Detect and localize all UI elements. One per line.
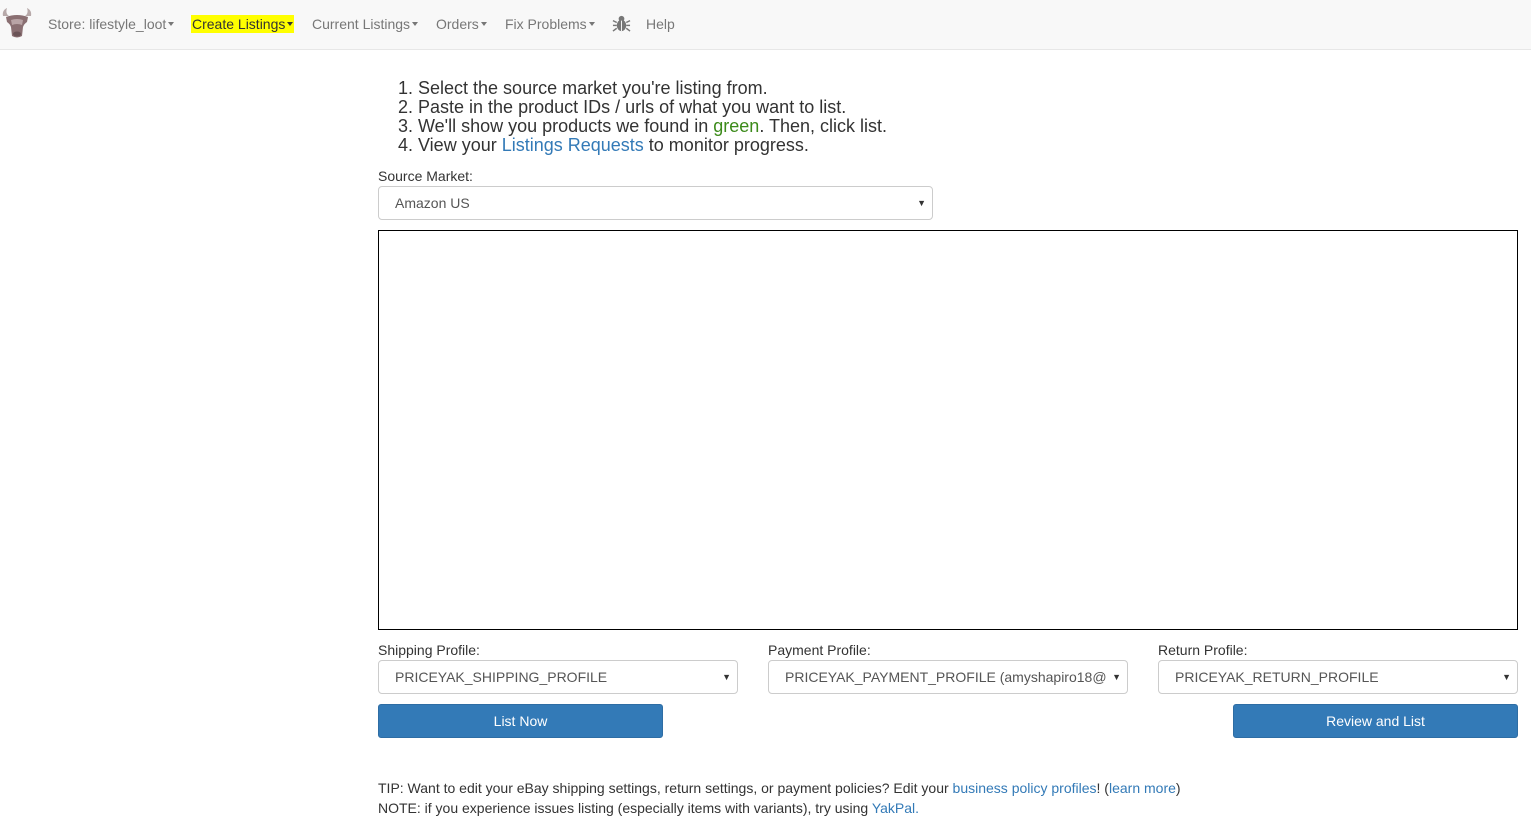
tip-prefix: TIP: Want to edit your eBay shipping set…	[378, 780, 953, 796]
orders-label: Orders	[436, 16, 479, 32]
store-dropdown[interactable]: Store: lifestyle_loot	[48, 15, 175, 33]
review-and-list-button[interactable]: Review and List	[1233, 704, 1518, 738]
payment-profile-select[interactable]: PRICEYAK_PAYMENT_PROFILE (amyshapiro18@ …	[768, 660, 1128, 694]
source-market-value: Amazon US	[395, 195, 470, 211]
note-text: NOTE: if you experience issues listing (…	[378, 799, 919, 817]
chevron-down-icon	[588, 22, 595, 27]
chevron-down-icon	[412, 22, 419, 27]
instruction-steps: Select the source market you're listing …	[378, 79, 887, 155]
chevron-down-icon	[287, 22, 294, 27]
listings-requests-link[interactable]: Listings Requests	[502, 135, 644, 155]
chevron-down-icon	[480, 22, 487, 27]
learn-more-link[interactable]: learn more	[1109, 780, 1176, 796]
create-listings-dropdown[interactable]: Create Listings	[191, 15, 295, 33]
step-4: View your Listings Requests to monitor p…	[418, 136, 887, 155]
tip-middle: ! (	[1096, 780, 1109, 796]
help-link[interactable]: Help	[646, 15, 675, 33]
yakpal-link[interactable]: YakPal.	[872, 800, 919, 816]
step-3-suffix: . Then, click list.	[759, 116, 888, 136]
select-arrow-icon: ▼	[1502, 672, 1511, 682]
fix-problems-dropdown[interactable]: Fix Problems	[505, 15, 595, 33]
return-profile-value: PRICEYAK_RETURN_PROFILE	[1175, 669, 1379, 685]
store-dropdown-label: Store: lifestyle_loot	[48, 16, 167, 32]
step-2: Paste in the product IDs / urls of what …	[418, 98, 887, 117]
step-3: We'll show you products we found in gree…	[418, 117, 887, 136]
chevron-down-icon	[168, 22, 175, 27]
select-arrow-icon: ▼	[722, 672, 731, 682]
product-ids-textarea[interactable]	[378, 230, 1518, 630]
return-profile-label: Return Profile:	[1158, 642, 1248, 658]
step-4-text: View your	[418, 135, 502, 155]
bug-icon[interactable]	[612, 14, 631, 33]
return-profile-select[interactable]: PRICEYAK_RETURN_PROFILE ▼	[1158, 660, 1518, 694]
payment-profile-label: Payment Profile:	[768, 642, 871, 658]
top-navbar: Store: lifestyle_loot Create Listings Cu…	[0, 0, 1531, 50]
fix-problems-label: Fix Problems	[505, 16, 587, 32]
orders-dropdown[interactable]: Orders	[436, 15, 487, 33]
payment-profile-value: PRICEYAK_PAYMENT_PROFILE (amyshapiro18@	[785, 669, 1107, 685]
shipping-profile-select[interactable]: PRICEYAK_SHIPPING_PROFILE ▼	[378, 660, 738, 694]
select-arrow-icon: ▼	[1112, 672, 1121, 682]
step-4-suffix: to monitor progress.	[643, 135, 809, 155]
list-now-button[interactable]: List Now	[378, 704, 663, 738]
current-listings-label: Current Listings	[312, 16, 411, 32]
step-3-text: We'll show you products we found in	[418, 116, 714, 136]
step-1: Select the source market you're listing …	[418, 79, 887, 98]
shipping-profile-value: PRICEYAK_SHIPPING_PROFILE	[395, 669, 608, 685]
create-listings-label: Create Listings	[192, 16, 286, 32]
note-prefix: NOTE: if you experience issues listing (…	[378, 800, 872, 816]
source-market-label: Source Market:	[378, 168, 473, 184]
tip-suffix: )	[1175, 780, 1181, 796]
current-listings-dropdown[interactable]: Current Listings	[312, 15, 419, 33]
shipping-profile-label: Shipping Profile:	[378, 642, 480, 658]
green-word: green	[713, 116, 760, 136]
select-arrow-icon: ▼	[917, 198, 926, 208]
tip-text: TIP: Want to edit your eBay shipping set…	[378, 779, 1181, 797]
source-market-select[interactable]: Amazon US ▼	[378, 186, 933, 220]
business-policy-profiles-link[interactable]: business policy profiles	[953, 780, 1097, 796]
yak-logo-icon[interactable]	[0, 7, 34, 41]
